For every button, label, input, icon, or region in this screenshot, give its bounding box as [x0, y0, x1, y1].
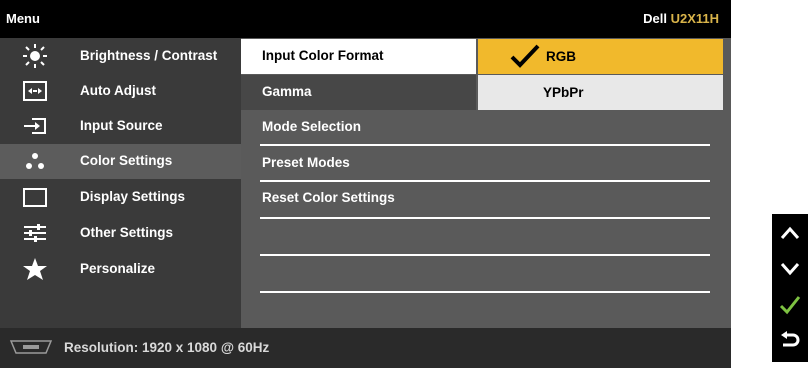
header-bar: Menu Dell U2X11H	[0, 0, 731, 36]
divider	[260, 254, 710, 256]
submenu-item-reset-color-settings[interactable]: Reset Color Settings	[241, 181, 476, 216]
submenu-item-preset-modes[interactable]: Preset Modes	[241, 146, 476, 181]
submenu-item-label: Preset Modes	[262, 155, 350, 170]
divider	[260, 291, 710, 293]
option-rgb[interactable]: RGB	[478, 39, 723, 74]
sidebar-item-label: Auto Adjust	[80, 83, 156, 98]
option-ypbpr[interactable]: YPbPr	[478, 75, 723, 110]
option-label: RGB	[546, 49, 576, 64]
vga-icon	[8, 339, 54, 355]
sidebar-item-input-source[interactable]: Input Source	[0, 109, 241, 144]
option-label: YPbPr	[543, 85, 584, 100]
divider	[260, 217, 710, 219]
submenu-item-gamma[interactable]: Gamma	[241, 75, 476, 110]
sidebar-item-label: Other Settings	[80, 225, 174, 240]
divider	[260, 144, 710, 146]
sidebar: Brightness / Contrast Auto Adjust Input …	[0, 38, 241, 328]
submenu-item-mode-selection[interactable]: Mode Selection	[241, 110, 476, 145]
submenu-panel: Input Color Format Gamma Mode Selection …	[241, 38, 731, 328]
submenu-item-label: Gamma	[262, 84, 312, 99]
sidebar-item-label: Display Settings	[80, 189, 186, 204]
sidebar-item-other-settings[interactable]: Other Settings	[0, 216, 241, 251]
sidebar-item-label: Brightness / Contrast	[80, 48, 218, 63]
color-settings-icon	[22, 149, 48, 173]
brightness-icon	[22, 44, 48, 68]
auto-adjust-icon	[22, 79, 48, 103]
monitor-button-panel	[772, 214, 808, 362]
check-icon[interactable]	[772, 288, 808, 322]
display-settings-icon	[22, 185, 48, 209]
submenu-item-input-color-format[interactable]: Input Color Format	[241, 39, 476, 74]
check-icon	[510, 44, 540, 71]
status-footer: Resolution: 1920 x 1080 @ 60Hz	[0, 328, 731, 368]
star-icon	[22, 257, 48, 281]
osd-menu: Menu Dell U2X11H Brightness / Contrast A…	[0, 0, 731, 368]
sidebar-item-brightness-contrast[interactable]: Brightness / Contrast	[0, 39, 241, 74]
brand-name: Dell	[643, 11, 667, 26]
sidebar-item-label: Input Source	[80, 118, 163, 133]
sidebar-item-display-settings[interactable]: Display Settings	[0, 180, 241, 215]
back-icon[interactable]	[772, 324, 808, 358]
sidebar-item-label: Color Settings	[80, 153, 173, 168]
submenu-item-label: Reset Color Settings	[262, 190, 395, 205]
sidebar-item-color-settings[interactable]: Color Settings	[0, 144, 241, 179]
brand-model: Dell U2X11H	[643, 11, 719, 26]
submenu-item-label: Input Color Format	[262, 48, 384, 63]
menu-title: Menu	[6, 11, 40, 26]
divider	[260, 180, 710, 182]
resolution-text: Resolution: 1920 x 1080 @ 60Hz	[64, 340, 270, 355]
model-name: U2X11H	[670, 11, 719, 26]
up-arrow-icon[interactable]	[772, 216, 808, 250]
down-arrow-icon[interactable]	[772, 252, 808, 286]
sidebar-item-auto-adjust[interactable]: Auto Adjust	[0, 74, 241, 109]
submenu-item-label: Mode Selection	[262, 119, 362, 134]
other-settings-icon	[22, 221, 48, 245]
input-source-icon	[22, 114, 48, 138]
sidebar-item-personalize[interactable]: Personalize	[0, 252, 241, 287]
sidebar-item-label: Personalize	[80, 261, 156, 276]
